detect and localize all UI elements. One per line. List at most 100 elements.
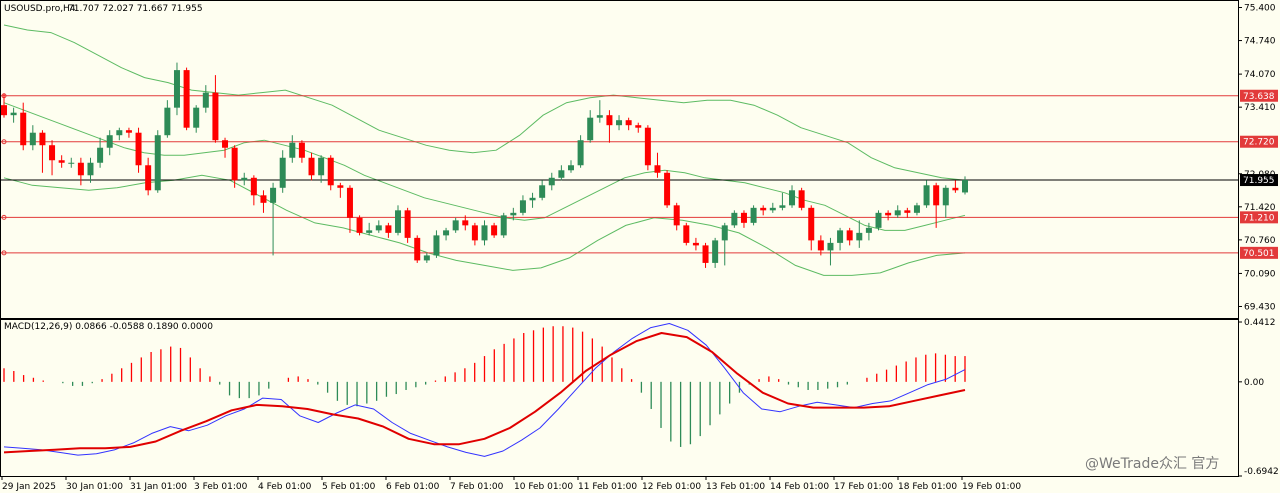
candle-body xyxy=(116,130,123,136)
macd-tick-label: 0.00 xyxy=(1244,378,1264,388)
price-tick-label: 70.760 xyxy=(1244,236,1276,246)
candle-body xyxy=(904,210,911,213)
candle-body xyxy=(952,187,959,191)
candle-body xyxy=(567,165,574,171)
price-tick-label: 70.090 xyxy=(1244,269,1276,279)
candle-body xyxy=(212,92,219,141)
macd-histogram xyxy=(3,326,966,447)
candle-body xyxy=(875,212,882,228)
candle-body xyxy=(664,172,671,206)
level-price-label: 70.501 xyxy=(1243,249,1275,259)
chart-ohlc-header: 71.707 72.027 71.667 71.955 xyxy=(68,4,203,14)
candle-body xyxy=(885,212,892,216)
candle-body xyxy=(385,225,392,233)
candle-body xyxy=(558,170,565,178)
time-tick-label: 13 Feb 01:00 xyxy=(706,482,765,492)
candle xyxy=(644,125,651,171)
candle-body xyxy=(596,115,603,118)
candle-body xyxy=(318,157,325,176)
macd-panel[interactable]: 0.4412 0.00 -0.6942 MACD(12,26,9) 0.0866 -… xyxy=(3,318,1279,477)
candle-body xyxy=(721,225,728,241)
candle-body xyxy=(193,107,200,128)
chart-canvas[interactable]: 73.63872.72071.21070.50171.955 75.40074.… xyxy=(0,0,1280,493)
price-plot-area xyxy=(0,0,1238,318)
candle-body xyxy=(250,177,257,196)
candle-body xyxy=(87,162,94,176)
candle-body xyxy=(404,210,411,238)
candle xyxy=(750,205,757,226)
candle-body xyxy=(270,187,277,203)
candle-body xyxy=(39,132,46,146)
candle-body xyxy=(49,145,56,161)
candle-body xyxy=(106,135,113,148)
watermark: @WeTrade众汇 官方 xyxy=(1085,456,1219,472)
candle-body xyxy=(712,240,719,263)
macd-line xyxy=(3,323,966,457)
time-tick-label: 4 Feb 01:00 xyxy=(258,482,312,492)
candle-body xyxy=(548,177,555,186)
candle xyxy=(154,130,161,193)
time-tick-label: 18 Feb 01:00 xyxy=(898,482,957,492)
candle-body xyxy=(635,125,642,128)
candle xyxy=(731,210,738,228)
candle xyxy=(356,215,363,236)
candle-body xyxy=(491,225,498,236)
candle-body xyxy=(77,162,84,176)
candle xyxy=(875,210,882,231)
candle-body xyxy=(414,237,421,261)
candle-body xyxy=(750,207,757,223)
candle-body xyxy=(673,205,680,226)
candle-body xyxy=(164,107,171,136)
candle xyxy=(183,67,190,131)
candle-body xyxy=(616,120,623,126)
candle-body xyxy=(625,120,632,126)
time-tick-label: 12 Feb 01:00 xyxy=(642,482,701,492)
price-tick-label: 71.420 xyxy=(1244,203,1276,213)
candle-body xyxy=(798,190,805,208)
price-tick-label: 73.410 xyxy=(1244,103,1276,113)
candle-body xyxy=(587,117,594,141)
time-tick-label: 29 Jan 2025 xyxy=(2,482,56,492)
candle-body xyxy=(260,195,267,203)
candle-body xyxy=(241,177,248,181)
macd-tick-label: 0.4412 xyxy=(1244,318,1276,328)
candle xyxy=(173,62,180,116)
candle-body xyxy=(289,142,296,158)
candle-body xyxy=(779,205,786,208)
candle-body xyxy=(760,207,767,211)
macd-tick-label: -0.6942 xyxy=(1244,467,1279,477)
level-price-label: 72.720 xyxy=(1243,138,1275,148)
time-tick-label: 10 Feb 01:00 xyxy=(514,482,573,492)
candle-body xyxy=(423,255,430,261)
candle-body xyxy=(894,210,901,216)
candle-body xyxy=(145,165,152,191)
candle-body xyxy=(654,165,661,173)
candle-body xyxy=(510,212,517,216)
candle-body xyxy=(519,200,526,213)
candle-body xyxy=(97,147,104,163)
candle-body xyxy=(683,225,690,243)
candle-body xyxy=(856,232,863,241)
candle-body xyxy=(20,112,27,146)
candle-body xyxy=(202,92,209,108)
candle-body xyxy=(846,230,853,241)
candle-body xyxy=(58,160,65,163)
candle-body xyxy=(471,225,478,241)
candle-body xyxy=(702,245,709,263)
price-tick-label: 74.740 xyxy=(1244,37,1276,47)
candle-body xyxy=(692,242,699,246)
time-axis: 29 Jan 2025 30 Jan 01:00 31 Jan 01:00 3 Feb… xyxy=(1,476,1021,492)
macd-header: MACD(12,26,9) 0.0866 -0.0588 0.1890 0.00… xyxy=(4,322,213,332)
time-tick-label: 5 Feb 01:00 xyxy=(322,482,376,492)
candle-body xyxy=(740,212,747,223)
candle-body xyxy=(222,140,229,148)
candle xyxy=(798,187,805,211)
candle-body xyxy=(837,230,844,243)
price-tick-label: 75.400 xyxy=(1244,4,1276,14)
price-panel[interactable]: 73.63872.72071.21070.50171.955 75.40074.… xyxy=(0,0,1278,318)
candle xyxy=(414,235,421,263)
candle-body xyxy=(462,220,469,226)
candle-body xyxy=(10,112,17,116)
time-tick-label: 11 Feb 01:00 xyxy=(578,482,637,492)
candle-body xyxy=(577,140,584,166)
